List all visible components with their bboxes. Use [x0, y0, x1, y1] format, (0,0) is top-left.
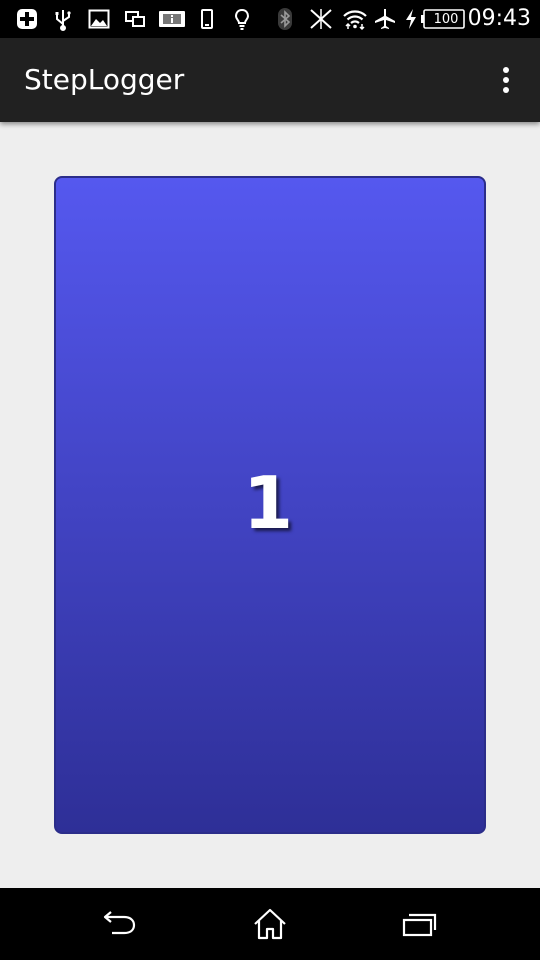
menu-dot	[503, 77, 509, 83]
menu-dot	[503, 67, 509, 73]
bluetooth-icon	[276, 7, 294, 31]
screen-mirror-icon	[123, 7, 147, 31]
navigation-bar	[0, 888, 540, 960]
no-signal-icon	[306, 7, 336, 31]
screen: 100 09:43 StepLogger 1	[0, 0, 540, 960]
main-content: 1	[0, 122, 540, 888]
more-vertical-icon[interactable]	[492, 60, 520, 100]
battery-level: 100	[433, 11, 459, 27]
usb-icon	[52, 7, 74, 31]
image-icon	[87, 7, 111, 31]
back-icon[interactable]	[90, 900, 150, 948]
clock: 09:43	[467, 6, 531, 31]
menu-dot	[503, 87, 509, 93]
lightbulb-icon	[231, 7, 253, 31]
status-bar: 100 09:43	[0, 0, 540, 38]
battery-icon: 100	[420, 7, 466, 31]
action-bar: StepLogger	[0, 38, 540, 122]
app-title: StepLogger	[24, 63, 185, 96]
wifi-icon	[341, 7, 369, 31]
charging-icon	[403, 7, 419, 31]
step-count: 1	[242, 461, 294, 545]
recent-apps-icon[interactable]	[390, 900, 450, 948]
info-card-icon	[158, 7, 186, 31]
home-icon[interactable]	[240, 900, 300, 948]
step-counter-card[interactable]: 1	[54, 176, 486, 834]
airplane-mode-icon	[372, 7, 398, 31]
add-notification-icon	[14, 7, 40, 31]
phone-icon	[198, 7, 216, 31]
